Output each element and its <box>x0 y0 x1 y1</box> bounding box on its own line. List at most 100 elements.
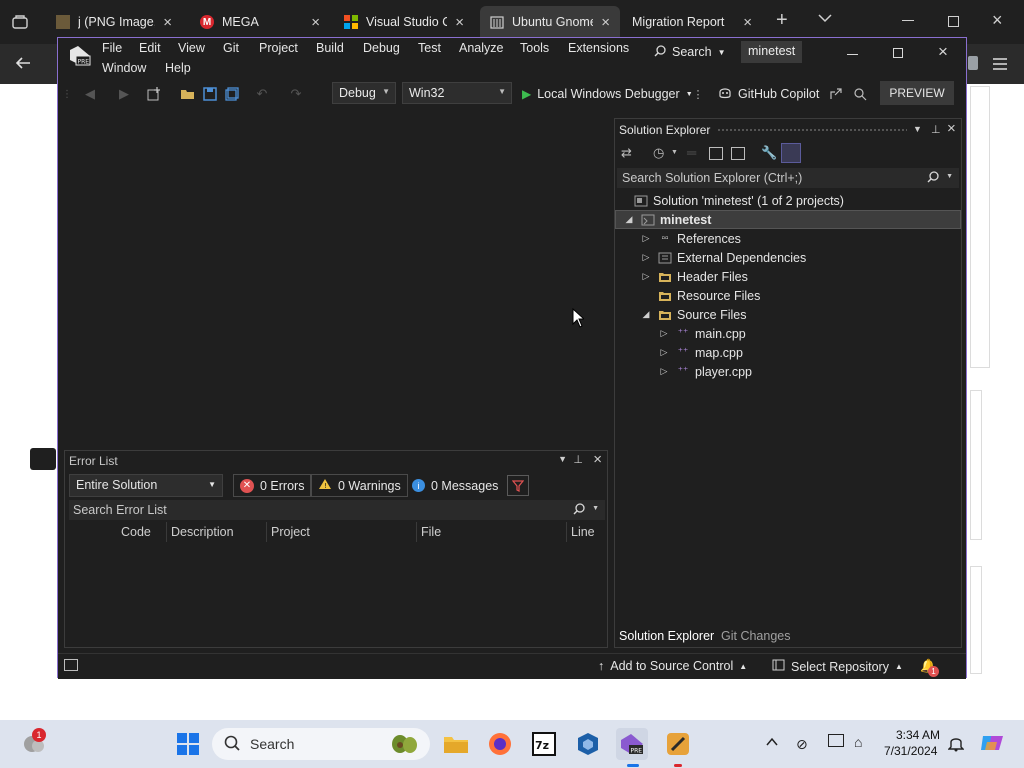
close-icon[interactable]: × <box>947 120 956 137</box>
save-all-icon[interactable] <box>224 86 240 102</box>
tree-item-map-cpp[interactable]: ▷ ⁺⁺ map.cpp <box>657 343 743 362</box>
menu-analyze[interactable]: Analyze <box>459 41 503 55</box>
menu-help[interactable]: Help <box>165 61 191 75</box>
menu-git[interactable]: Git <box>223 41 239 55</box>
collapsed-arrow-icon[interactable]: ▷ <box>657 347 671 358</box>
browser-tab[interactable]: Migration Report × <box>622 6 762 38</box>
menu-build[interactable]: Build <box>316 41 344 55</box>
editor-area[interactable] <box>58 110 610 446</box>
copilot-taskbar-icon[interactable] <box>980 732 1004 757</box>
minimize-window-icon[interactable] <box>902 20 914 21</box>
firefox-icon[interactable] <box>484 728 516 760</box>
close-icon[interactable]: × <box>163 14 172 31</box>
share-icon[interactable] <box>828 86 844 102</box>
visual-studio-preview-icon[interactable]: PRE <box>616 728 648 760</box>
platform-dropdown[interactable]: Win32 ▼ <box>402 82 512 104</box>
close-icon[interactable]: × <box>455 14 464 31</box>
collapsed-arrow-icon[interactable]: ▷ <box>639 271 653 282</box>
vs-search-button[interactable]: Search ▼ <box>654 41 726 63</box>
vs-close-icon[interactable]: × <box>938 42 948 62</box>
solution-name-badge[interactable]: minetest <box>741 41 803 63</box>
vs-minimize-icon[interactable] <box>847 54 858 55</box>
pending-changes-icon[interactable]: ═ <box>687 145 696 160</box>
close-window-icon[interactable]: × <box>992 10 1003 31</box>
taskbar-search-box[interactable]: Search <box>212 728 430 760</box>
collapsed-arrow-icon[interactable]: ▷ <box>639 233 653 244</box>
hamburger-menu-icon[interactable] <box>992 57 1008 74</box>
tab-solution-explorer[interactable]: Solution Explorer <box>619 629 714 643</box>
close-icon[interactable]: × <box>593 451 602 468</box>
undo-icon[interactable]: ↶ <box>254 86 270 102</box>
tree-item-source-files[interactable]: ◢ Source Files <box>639 305 747 324</box>
column-header-file[interactable]: File <box>417 522 567 542</box>
collapse-all-icon[interactable] <box>709 147 723 160</box>
volume-network-icon[interactable]: ⌂ <box>854 734 862 750</box>
tree-item-header-files[interactable]: ▷ Header Files <box>639 267 748 286</box>
tab-git-changes[interactable]: Git Changes <box>721 629 790 643</box>
properties-wrench-icon[interactable]: 🔧 <box>761 145 777 161</box>
back-arrow-icon[interactable] <box>14 55 32 74</box>
menu-file[interactable]: File <box>102 41 122 55</box>
solution-search-box[interactable]: Search Solution Explorer (Ctrl+;) ▼ <box>617 168 959 188</box>
toolbar-overflow-icon[interactable]: ⋮ <box>690 86 706 102</box>
column-header-description[interactable]: Description <box>167 522 267 542</box>
start-debugging-button[interactable]: ▶ Local Windows Debugger ▼ <box>522 85 693 103</box>
pin-icon[interactable]: ⊥ <box>573 453 583 466</box>
close-icon[interactable]: × <box>601 14 610 31</box>
error-search-box[interactable]: Search Error List ▼ <box>69 500 605 520</box>
browser-tab-active[interactable]: Ubuntu Gnome × <box>480 6 620 38</box>
virtualbox-icon[interactable] <box>572 728 604 760</box>
github-copilot-button[interactable]: GitHub Copilot <box>718 85 819 103</box>
tree-item-references[interactable]: ▷ ▫▫ References <box>639 229 741 248</box>
scope-dropdown[interactable]: Entire Solution ▼ <box>69 474 223 497</box>
menu-view[interactable]: View <box>178 41 205 55</box>
add-to-source-control-button[interactable]: ↑ Add to Source Control ▲ <box>598 659 747 673</box>
notifications-bell-icon[interactable] <box>947 734 965 755</box>
chevron-down-icon[interactable]: ▼ <box>671 149 678 156</box>
open-folder-icon[interactable] <box>180 86 196 102</box>
select-repository-button[interactable]: Select Repository ▲ <box>772 659 903 674</box>
menu-extensions[interactable]: Extensions <box>568 41 629 55</box>
collapsed-arrow-icon[interactable]: ▷ <box>657 328 671 339</box>
column-header-line[interactable]: Line <box>567 522 605 542</box>
output-status-icon[interactable] <box>64 659 78 671</box>
close-icon[interactable]: × <box>311 14 320 31</box>
tree-item-player-cpp[interactable]: ▷ ⁺⁺ player.cpp <box>657 362 752 381</box>
close-icon[interactable]: × <box>743 14 752 31</box>
solution-node[interactable]: Solution 'minetest' (1 of 2 projects) <box>629 191 844 210</box>
feedback-icon[interactable] <box>852 86 868 102</box>
clock-time[interactable]: 3:34 AM <box>896 728 940 742</box>
sync-with-document-icon[interactable]: ⇄ <box>621 145 632 161</box>
7zip-icon[interactable]: 7z <box>528 728 560 760</box>
preview-button[interactable]: PREVIEW <box>880 81 954 105</box>
menu-project[interactable]: Project <box>259 41 298 55</box>
errors-filter-button[interactable]: ✕ 0 Errors <box>233 474 312 497</box>
build-filter-icon[interactable] <box>507 475 529 496</box>
warnings-filter-button[interactable]: ! 0 Warnings <box>311 474 408 497</box>
pinned-app-icon[interactable] <box>662 728 694 760</box>
tab-overview-icon[interactable] <box>10 12 30 32</box>
new-project-icon[interactable] <box>146 86 162 102</box>
restore-window-icon[interactable] <box>948 16 959 27</box>
forward-nav-icon[interactable]: ▶ <box>116 86 132 102</box>
collapsed-arrow-icon[interactable]: ▷ <box>639 252 653 263</box>
browser-tab[interactable]: j (PNG Image, 2 × <box>46 6 182 38</box>
show-all-files-icon[interactable] <box>731 147 745 160</box>
clock-date[interactable]: 7/31/2024 <box>884 744 937 758</box>
browser-tab[interactable]: Visual Studio Ol × <box>334 6 474 38</box>
menu-window[interactable]: Window <box>102 61 146 75</box>
pin-icon[interactable]: ⊥ <box>931 123 941 136</box>
column-header-code[interactable]: Code <box>117 522 167 542</box>
extension-icon[interactable] <box>968 56 978 70</box>
menu-debug[interactable]: Debug <box>363 41 400 55</box>
configuration-dropdown[interactable]: Debug ▼ <box>332 82 396 104</box>
messages-filter-button[interactable]: i 0 Messages <box>405 474 505 497</box>
network-off-icon[interactable]: ⊘ <box>796 736 808 753</box>
back-nav-icon[interactable]: ◀ <box>82 86 98 102</box>
collapsed-arrow-icon[interactable]: ▷ <box>657 366 671 377</box>
expanded-arrow-icon[interactable]: ◢ <box>639 309 653 320</box>
preview-selected-icon[interactable] <box>781 143 801 163</box>
tree-item-main-cpp[interactable]: ▷ ⁺⁺ main.cpp <box>657 324 746 343</box>
tree-item-resource-files[interactable]: Resource Files <box>639 286 760 305</box>
menu-tools[interactable]: Tools <box>520 41 549 55</box>
